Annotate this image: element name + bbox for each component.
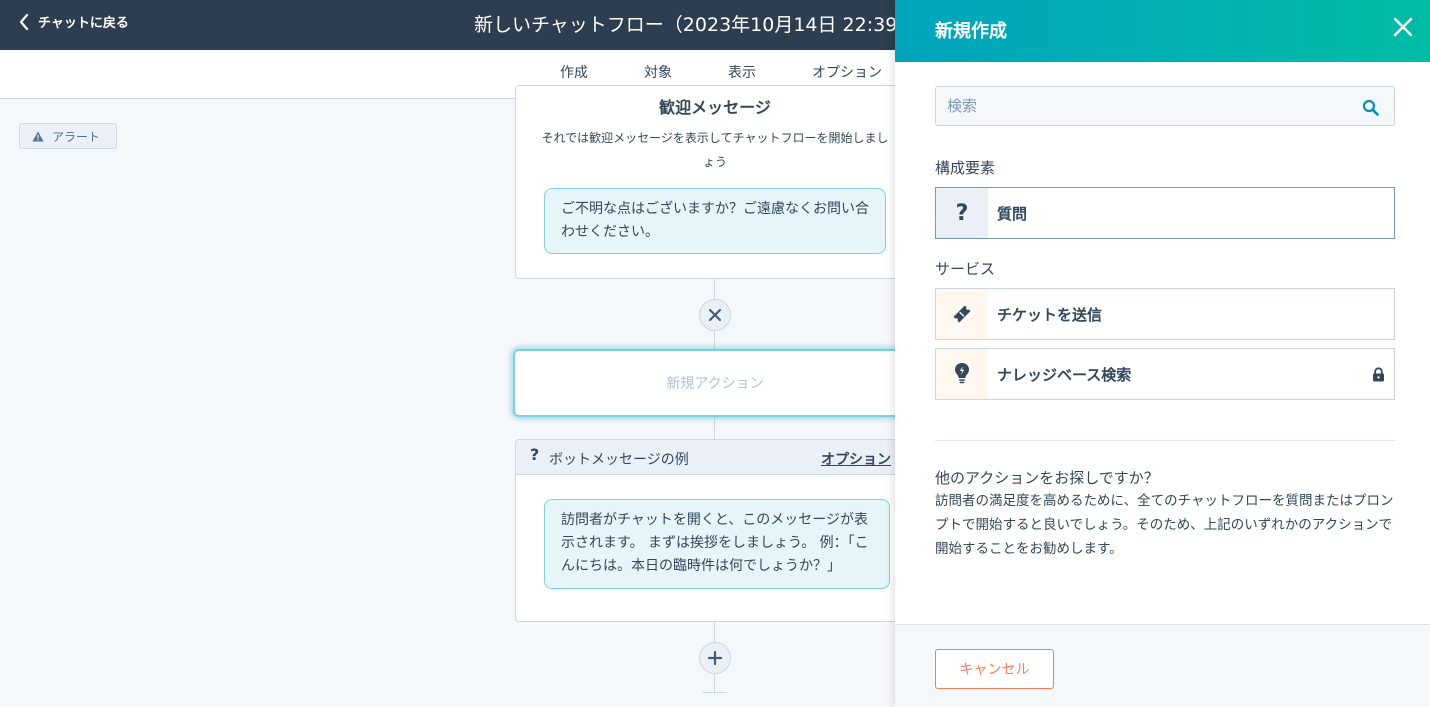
alert-button[interactable]: アラート: [19, 123, 117, 149]
back-to-chat-link[interactable]: チャットに戻る: [18, 12, 129, 31]
ticket-icon: [936, 289, 988, 339]
service-label: チケットを送信: [997, 306, 1103, 324]
lightbulb-icon: [936, 349, 988, 399]
alert-label: アラート: [52, 129, 101, 144]
flow-connector: [714, 417, 715, 439]
remove-action-button[interactable]: [699, 299, 731, 331]
welcome-message-card[interactable]: 歓迎メッセージ それでは歓迎メッセージを表示してチャットフローを開始しましょう …: [515, 85, 915, 279]
welcome-bubble: ご不明な点はございますか？ご遠慮なくお問い合わせください。: [544, 188, 886, 254]
lock-icon: [1373, 367, 1384, 382]
panel-divider: [935, 440, 1395, 441]
bot-message-header: ? ボットメッセージの例 オプション: [516, 440, 914, 475]
bot-options-link[interactable]: オプション: [821, 449, 891, 469]
service-knowledge-base-search[interactable]: ナレッジベース検索: [935, 348, 1395, 400]
services-section-label: サービス: [935, 260, 996, 278]
question-mark-icon: ?: [530, 445, 540, 464]
more-actions-title: 他のアクションをお探しですか？: [935, 469, 1159, 487]
panel-title: 新規作成: [935, 21, 1007, 42]
flow-end-marker: [702, 692, 727, 693]
search-icon[interactable]: [1362, 99, 1379, 116]
plus-icon: [707, 650, 723, 666]
page-title: 新しいチャットフロー（2023年10月14日 22:39: [474, 14, 898, 36]
bot-message-bubble: 訪問者がチャットを開くと、このメッセージが表示されます。 まずは挨拶をしましょう…: [544, 499, 890, 589]
bot-message-card[interactable]: ? ボットメッセージの例 オプション 訪問者がチャットを開くと、このメッセージが…: [515, 439, 915, 622]
service-submit-ticket[interactable]: チケットを送信: [935, 288, 1395, 340]
question-icon: ?: [936, 188, 988, 238]
chevron-left-icon: [19, 13, 29, 30]
create-panel: 新規作成 構成要素 ? 質問 サービス チケットを送信 ナレッジベース検索 他の…: [895, 0, 1430, 707]
bot-message-label: ボットメッセージの例: [549, 452, 689, 468]
component-question[interactable]: ? 質問: [935, 187, 1395, 239]
back-label: チャットに戻る: [38, 16, 129, 31]
warning-icon: [32, 131, 44, 141]
components-section-label: 構成要素: [935, 159, 996, 177]
more-actions-description: 訪問者の満足度を高めるために、全てのチャットフローを質問またはプロンプトで開始す…: [935, 493, 1394, 557]
component-label: 質問: [997, 205, 1028, 223]
panel-header: 新規作成: [895, 0, 1430, 62]
close-icon: [708, 308, 722, 322]
service-label: ナレッジベース検索: [997, 366, 1132, 384]
welcome-description: それでは歓迎メッセージを表示してチャットフローを開始しましょう: [541, 131, 889, 169]
panel-footer: キャンセル: [895, 624, 1430, 707]
search-input[interactable]: [935, 86, 1395, 126]
welcome-title: 歓迎メッセージ: [659, 98, 771, 117]
new-action-placeholder[interactable]: 新規アクション: [513, 349, 917, 417]
cancel-button[interactable]: キャンセル: [935, 649, 1054, 689]
add-action-button[interactable]: [699, 642, 731, 674]
close-icon[interactable]: [1393, 17, 1413, 37]
